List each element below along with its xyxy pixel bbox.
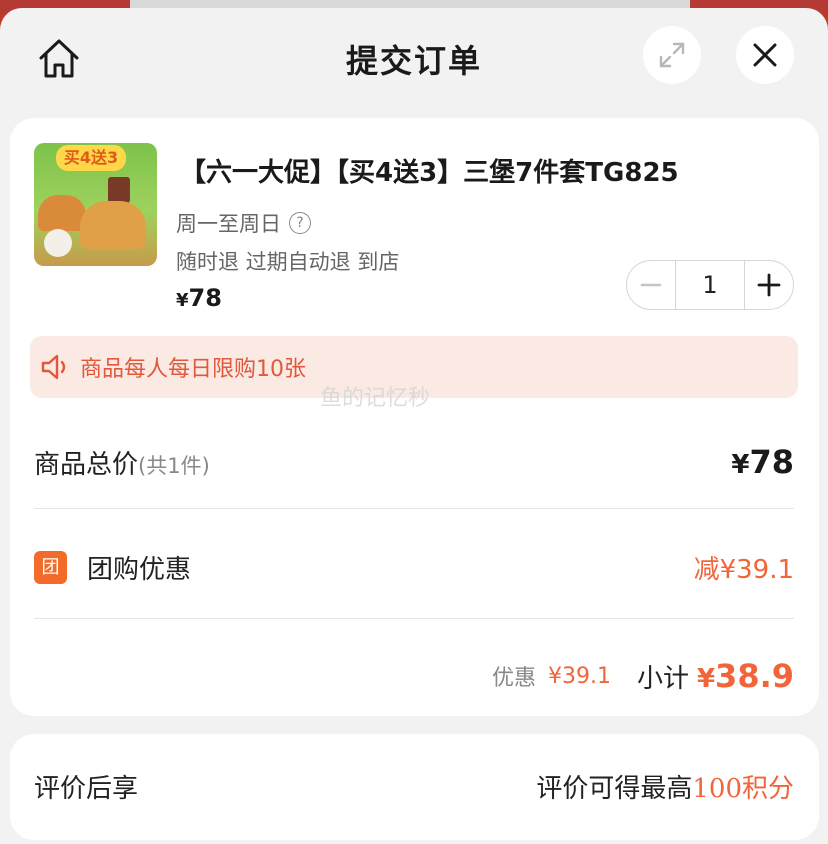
product-refund-policy: 随时退 过期自动退 到店 [176, 250, 400, 274]
order-sheet: 提交订单 买4送3 【六一大促】【买4送3】三堡7件套TG825 周一至周日 ?… [0, 8, 828, 844]
expand-icon [659, 42, 685, 68]
quantity-stepper: 1 [626, 260, 794, 310]
increase-button[interactable] [745, 261, 793, 309]
discount-label: 优惠 [491, 666, 536, 691]
notice-text: 商品每人每日限购10张 [80, 357, 306, 382]
divider [34, 508, 794, 509]
group-discount-value: 减¥39.1 [693, 554, 794, 585]
close-icon [753, 43, 777, 67]
product-valid-days: 周一至周日 ? [176, 208, 311, 238]
group-discount-row: 团 团购优惠 减¥39.1 [34, 540, 794, 594]
divider [34, 618, 794, 619]
plus-icon [757, 273, 781, 297]
close-button[interactable] [736, 26, 794, 84]
group-buy-icon: 团 [34, 550, 67, 584]
total-price-row: 商品总价(共1件) ¥78 [34, 436, 794, 488]
expand-button[interactable] [643, 26, 701, 84]
order-card: 买4送3 【六一大促】【买4送3】三堡7件套TG825 周一至周日 ? 随时退 … [10, 118, 819, 716]
product-image[interactable]: 买4送3 [34, 143, 157, 266]
speaker-icon [41, 354, 66, 380]
help-icon[interactable]: ? [289, 212, 311, 234]
subtotal-value: ¥38.9 [696, 657, 794, 695]
watermark: 鱼的记忆秒 [320, 386, 431, 411]
item-count: (共1件) [138, 453, 210, 478]
price-value: 78 [188, 284, 222, 312]
minus-icon [640, 283, 662, 287]
total-price-label: 商品总价 [34, 449, 139, 480]
page-title: 提交订单 [345, 42, 482, 80]
product-image-badge: 买4送3 [56, 145, 126, 171]
review-reward-card: 评价后享 评价可得最高100积分 [10, 734, 819, 840]
subtotal-row: 优惠 ¥39.1 小计 ¥38.9 [34, 648, 794, 704]
group-discount-label: 团购优惠 [87, 554, 192, 585]
total-price-value: ¥78 [731, 443, 794, 481]
decrease-button[interactable] [627, 261, 675, 309]
review-reward-value: 评价可得最高100积分 [536, 773, 794, 804]
header: 提交订单 [0, 8, 828, 104]
price-symbol: ¥ [176, 290, 189, 311]
product-price: ¥78 [176, 284, 222, 312]
review-reward-row: 评价后享 评价可得最高100积分 [34, 760, 794, 812]
quantity-value[interactable]: 1 [675, 261, 745, 309]
valid-days-text: 周一至周日 [176, 212, 281, 236]
subtotal-label: 小计 [636, 663, 689, 694]
discount-value: ¥39.1 [547, 663, 611, 689]
review-reward-label: 评价后享 [34, 773, 139, 804]
product-name: 【六一大促】【买4送3】三堡7件套TG825 [180, 158, 679, 188]
